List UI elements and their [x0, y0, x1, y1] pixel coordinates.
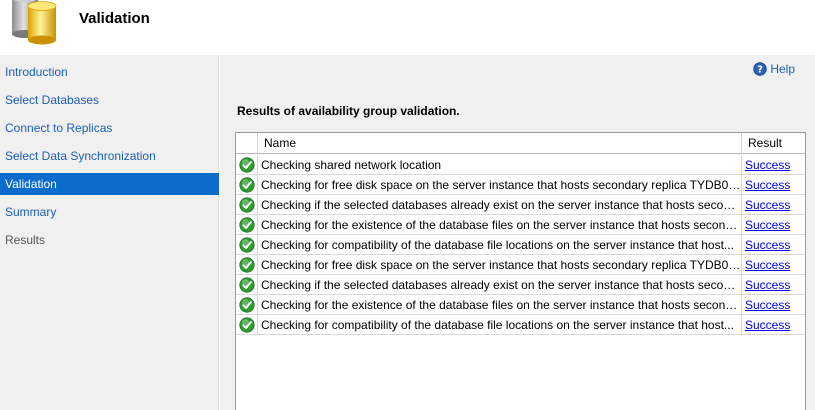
check-name: Checking for the existence of the databa…	[258, 215, 742, 235]
result-cell: Success	[742, 295, 805, 315]
wizard-sidebar: Introduction Select Databases Connect to…	[0, 55, 219, 410]
table-row[interactable]: Checking for compatibility of the databa…	[236, 235, 805, 255]
sidebar-item-connect-to-replicas[interactable]: Connect to Replicas	[0, 117, 219, 139]
table-row[interactable]: Checking for the existence of the databa…	[236, 295, 805, 315]
table-row[interactable]: Checking if the selected databases alrea…	[236, 275, 805, 295]
result-cell: Success	[742, 215, 805, 235]
table-row[interactable]: Checking if the selected databases alrea…	[236, 195, 805, 215]
table-row[interactable]: Checking shared network location Success	[236, 155, 805, 175]
result-link[interactable]: Success	[745, 158, 790, 172]
success-check-icon	[236, 175, 258, 195]
result-link[interactable]: Success	[745, 218, 790, 232]
result-cell: Success	[742, 275, 805, 295]
sidebar-item-summary[interactable]: Summary	[0, 201, 219, 223]
success-check-icon	[236, 295, 258, 315]
results-title: Results of availability group validation…	[237, 104, 460, 118]
result-link[interactable]: Success	[745, 238, 790, 252]
success-check-icon	[236, 155, 258, 175]
result-cell: Success	[742, 235, 805, 255]
help-link[interactable]: ? Help	[753, 61, 795, 77]
grid-header: Name Result	[236, 133, 805, 154]
result-cell: Success	[742, 255, 805, 275]
success-check-icon	[236, 315, 258, 335]
table-row[interactable]: Checking for the existence of the databa…	[236, 215, 805, 235]
result-cell: Success	[742, 315, 805, 335]
success-check-icon	[236, 255, 258, 275]
help-icon: ?	[753, 62, 768, 76]
check-name: Checking for free disk space on the serv…	[258, 175, 742, 195]
svg-text:?: ?	[757, 65, 763, 76]
sidebar-item-results: Results	[5, 233, 46, 247]
result-link[interactable]: Success	[745, 198, 790, 212]
check-name: Checking for compatibility of the databa…	[258, 235, 742, 255]
help-label: Help	[770, 62, 795, 76]
success-check-icon	[236, 275, 258, 295]
result-link[interactable]: Success	[745, 258, 790, 272]
sidebar-item-select-databases[interactable]: Select Databases	[0, 89, 219, 111]
check-name: Checking if the selected databases alrea…	[258, 195, 742, 215]
result-cell: Success	[742, 155, 805, 175]
check-name: Checking for compatibility of the databa…	[258, 315, 742, 335]
check-name: Checking if the selected databases alrea…	[258, 275, 742, 295]
sidebar-item-select-data-synchronization[interactable]: Select Data Synchronization	[0, 145, 219, 167]
result-column-header[interactable]: Result	[742, 133, 805, 154]
name-column-header[interactable]: Name	[258, 133, 742, 154]
wizard-header: Validation	[0, 0, 815, 55]
check-name: Checking for the existence of the databa…	[258, 295, 742, 315]
check-name: Checking for free disk space on the serv…	[258, 255, 742, 275]
status-column-header[interactable]	[236, 133, 258, 154]
validation-results-grid: Name Result Checking shared network loca…	[235, 132, 806, 410]
database-icon	[10, 0, 60, 48]
result-link[interactable]: Success	[745, 298, 790, 312]
success-check-icon	[236, 235, 258, 255]
table-row[interactable]: Checking for compatibility of the databa…	[236, 315, 805, 335]
result-link[interactable]: Success	[745, 178, 790, 192]
sidebar-item-introduction[interactable]: Introduction	[0, 61, 219, 83]
result-link[interactable]: Success	[745, 278, 790, 292]
result-cell: Success	[742, 175, 805, 195]
page-title: Validation	[79, 10, 150, 27]
success-check-icon	[236, 215, 258, 235]
result-cell: Success	[742, 195, 805, 215]
sidebar-item-validation[interactable]: Validation	[0, 173, 219, 195]
check-name: Checking shared network location	[258, 155, 742, 175]
table-row[interactable]: Checking for free disk space on the serv…	[236, 175, 805, 195]
table-row[interactable]: Checking for free disk space on the serv…	[236, 255, 805, 275]
main-panel: ? Help Results of availability group val…	[220, 55, 815, 410]
success-check-icon	[236, 195, 258, 215]
result-link[interactable]: Success	[745, 318, 790, 332]
